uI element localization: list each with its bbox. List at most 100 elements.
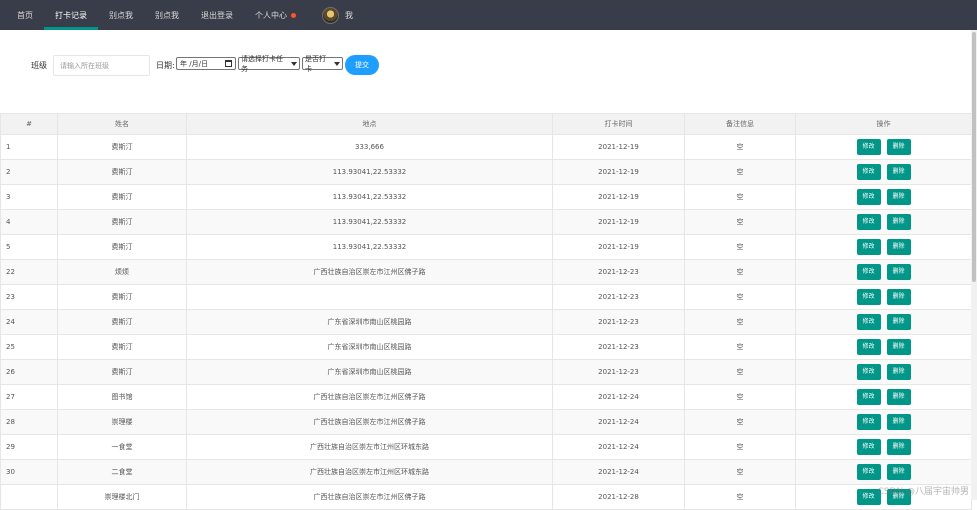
chevron-down-icon — [334, 62, 340, 66]
delete-button[interactable]: 删除 — [887, 139, 911, 155]
top-nav: 首页 打卡记录 别点我 别点我 退出登录 个人中心 我 — [0, 0, 977, 30]
table-row: 22烦烦广西壮族自治区崇左市江州区佛子路2021-12-23空修改删除 — [1, 260, 972, 285]
cell-time: 2021-12-23 — [553, 360, 685, 385]
cell-name: 图书馆 — [58, 385, 187, 410]
cell-name: 二食堂 — [58, 460, 187, 485]
date-input[interactable]: 年 /月/日 — [176, 57, 236, 70]
cell-note: 空 — [685, 185, 796, 210]
cell-note: 空 — [685, 385, 796, 410]
cell-note: 空 — [685, 135, 796, 160]
cell-name: 烦烦 — [58, 260, 187, 285]
header-name: 姓名 — [58, 114, 187, 135]
task-select-value: 请选择打卡任务 — [241, 54, 288, 74]
cell-time: 2021-12-23 — [553, 310, 685, 335]
cell-index: 24 — [1, 310, 58, 335]
cell-place: 广西壮族自治区崇左市江州区佛子路 — [187, 260, 553, 285]
vertical-scrollbar[interactable] — [971, 30, 977, 500]
edit-button[interactable]: 修改 — [857, 414, 881, 430]
edit-button[interactable]: 修改 — [857, 364, 881, 380]
cell-index: 1 — [1, 135, 58, 160]
cell-note: 空 — [685, 460, 796, 485]
cell-index: 27 — [1, 385, 58, 410]
cell-name: 费斯汀 — [58, 310, 187, 335]
delete-button[interactable]: 删除 — [887, 414, 911, 430]
table-row: 24费斯汀广东省深圳市南山区桃园路2021-12-23空修改删除 — [1, 310, 972, 335]
delete-button[interactable]: 删除 — [887, 389, 911, 405]
cell-note: 空 — [685, 410, 796, 435]
edit-button[interactable]: 修改 — [857, 214, 881, 230]
cell-index: 23 — [1, 285, 58, 310]
delete-button[interactable]: 删除 — [887, 239, 911, 255]
edit-button[interactable]: 修改 — [857, 314, 881, 330]
cell-note: 空 — [685, 435, 796, 460]
delete-button[interactable]: 删除 — [887, 164, 911, 180]
cell-index: 5 — [1, 235, 58, 260]
cell-actions: 修改删除 — [796, 285, 972, 310]
cell-index: 29 — [1, 435, 58, 460]
delete-button[interactable]: 删除 — [887, 214, 911, 230]
delete-button[interactable]: 删除 — [887, 464, 911, 480]
cell-place: 广西壮族自治区崇左市江州区环城东路 — [187, 460, 553, 485]
cell-actions: 修改删除 — [796, 335, 972, 360]
delete-button[interactable]: 删除 — [887, 439, 911, 455]
scrollbar-thumb[interactable] — [972, 32, 976, 282]
edit-button[interactable]: 修改 — [857, 289, 881, 305]
submit-button[interactable]: 提交 — [345, 55, 379, 75]
avatar — [322, 7, 339, 24]
checked-select-value: 是否打卡 — [305, 54, 331, 74]
checked-select[interactable]: 是否打卡 — [302, 57, 343, 70]
edit-button[interactable]: 修改 — [857, 389, 881, 405]
delete-button[interactable]: 删除 — [887, 289, 911, 305]
cell-time: 2021-12-23 — [553, 285, 685, 310]
edit-button[interactable]: 修改 — [857, 439, 881, 455]
cell-index — [1, 485, 58, 510]
cell-name: 一食堂 — [58, 435, 187, 460]
filter-bar: 班级 日期: 年 /月/日 请选择打卡任务 是否打卡 提交 — [0, 52, 977, 78]
table-row: 4费斯汀113.93041,22.533322021-12-19空修改删除 — [1, 210, 972, 235]
cell-actions: 修改删除 — [796, 310, 972, 335]
nav-item-checkin-records[interactable]: 打卡记录 — [44, 0, 98, 30]
edit-button[interactable]: 修改 — [857, 164, 881, 180]
nav-item-home[interactable]: 首页 — [0, 0, 44, 30]
cell-actions: 修改删除 — [796, 410, 972, 435]
delete-button[interactable]: 删除 — [887, 189, 911, 205]
class-input[interactable] — [53, 55, 150, 76]
edit-button[interactable]: 修改 — [857, 464, 881, 480]
cell-place: 广西壮族自治区崇左市江州区佛子路 — [187, 485, 553, 510]
delete-button[interactable]: 删除 — [887, 264, 911, 280]
edit-button[interactable]: 修改 — [857, 239, 881, 255]
cell-time: 2021-12-19 — [553, 135, 685, 160]
cell-time: 2021-12-24 — [553, 435, 685, 460]
edit-button[interactable]: 修改 — [857, 339, 881, 355]
cell-index: 26 — [1, 360, 58, 385]
calendar-icon — [225, 60, 232, 67]
nav-item-personal-center-label: 个人中心 — [255, 10, 287, 21]
header-index: # — [1, 114, 58, 135]
delete-button[interactable]: 删除 — [887, 364, 911, 380]
cell-place: 113.93041,22.53332 — [187, 160, 553, 185]
cell-note: 空 — [685, 260, 796, 285]
nav-item-dont-click-2[interactable]: 别点我 — [144, 0, 190, 30]
delete-button[interactable]: 删除 — [887, 339, 911, 355]
cell-time: 2021-12-19 — [553, 160, 685, 185]
cell-note: 空 — [685, 360, 796, 385]
nav-item-logout[interactable]: 退出登录 — [190, 0, 244, 30]
cell-time: 2021-12-24 — [553, 410, 685, 435]
user-menu[interactable]: 我 — [307, 0, 364, 30]
task-select[interactable]: 请选择打卡任务 — [238, 57, 300, 70]
nav-item-personal-center[interactable]: 个人中心 — [244, 0, 307, 30]
edit-button[interactable]: 修改 — [857, 139, 881, 155]
edit-button[interactable]: 修改 — [857, 189, 881, 205]
edit-button[interactable]: 修改 — [857, 264, 881, 280]
cell-place: 广东省深圳市南山区桃园路 — [187, 310, 553, 335]
date-value: 年 /月/日 — [180, 59, 208, 69]
cell-note: 空 — [685, 210, 796, 235]
class-label: 班级 — [31, 60, 47, 71]
cell-name: 费斯汀 — [58, 185, 187, 210]
cell-note: 空 — [685, 160, 796, 185]
cell-note: 空 — [685, 485, 796, 510]
nav-item-dont-click-1[interactable]: 别点我 — [98, 0, 144, 30]
cell-name: 费斯汀 — [58, 135, 187, 160]
table-row: 26费斯汀广东省深圳市南山区桃园路2021-12-23空修改删除 — [1, 360, 972, 385]
delete-button[interactable]: 删除 — [887, 314, 911, 330]
